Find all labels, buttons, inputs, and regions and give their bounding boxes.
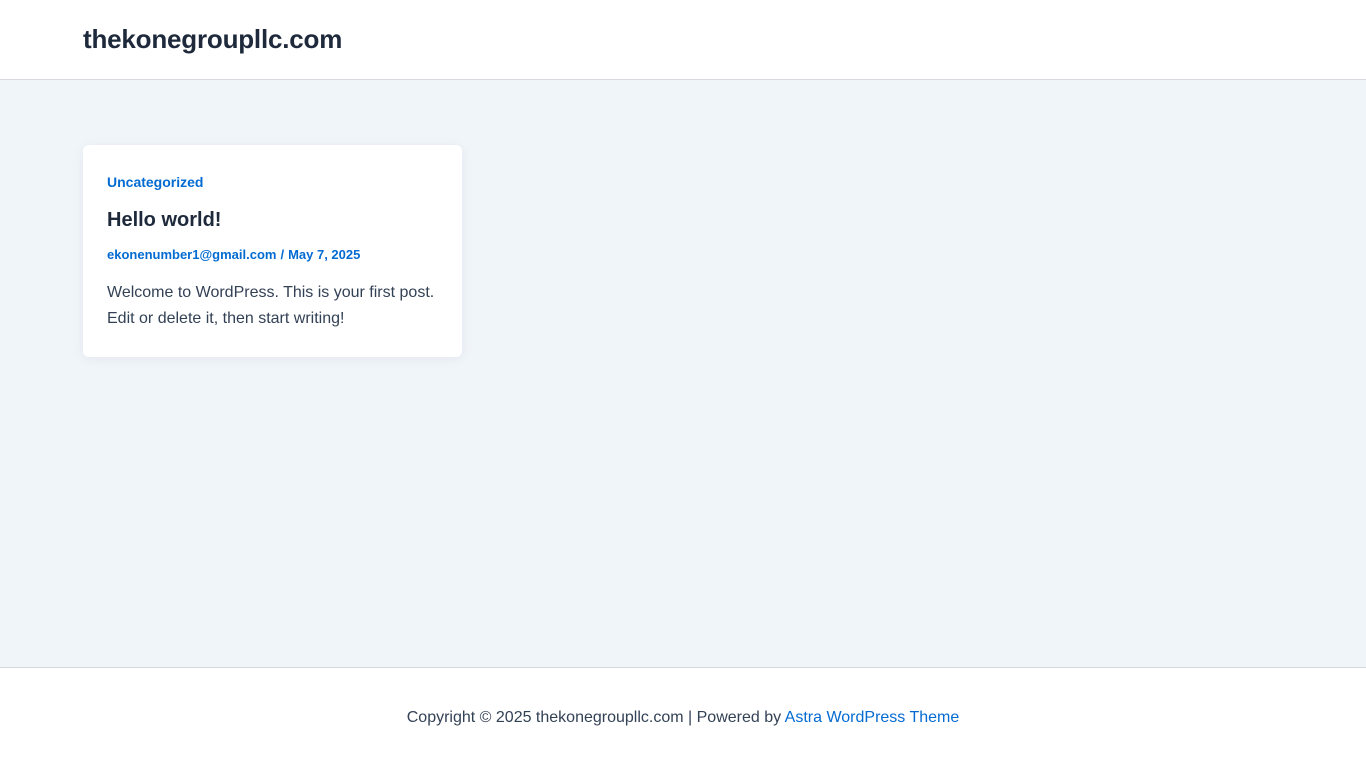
post-title-link[interactable]: Hello world! — [107, 209, 221, 231]
post-category-link[interactable]: Uncategorized — [107, 173, 203, 191]
copyright-text: Copyright © 2025 thekonegroupllc.com | P… — [406, 709, 782, 726]
footer-copyright: Copyright © 2025 thekonegroupllc.com | P… — [0, 708, 1366, 728]
post-date-link[interactable]: May 7, 2025 — [288, 247, 360, 262]
post-meta: ekonenumber1@gmail.com / May 7, 2025 — [107, 246, 360, 264]
site-footer: Copyright © 2025 thekonegroupllc.com | P… — [0, 667, 1366, 768]
theme-credit-link[interactable]: Astra WordPress Theme — [785, 709, 960, 726]
post-title: Hello world! — [107, 207, 221, 233]
site-header: thekonegroupllc.com — [0, 0, 1366, 80]
post-card: Uncategorized Hello world! ekonenumber1@… — [83, 145, 462, 357]
post-author-link[interactable]: ekonenumber1@gmail.com — [107, 247, 276, 262]
main-content: Uncategorized Hello world! ekonenumber1@… — [0, 81, 1366, 667]
post-excerpt: Welcome to WordPress. This is your first… — [107, 284, 435, 327]
site-title-link[interactable]: thekonegroupllc.com — [83, 22, 342, 56]
meta-separator: / — [280, 247, 285, 262]
